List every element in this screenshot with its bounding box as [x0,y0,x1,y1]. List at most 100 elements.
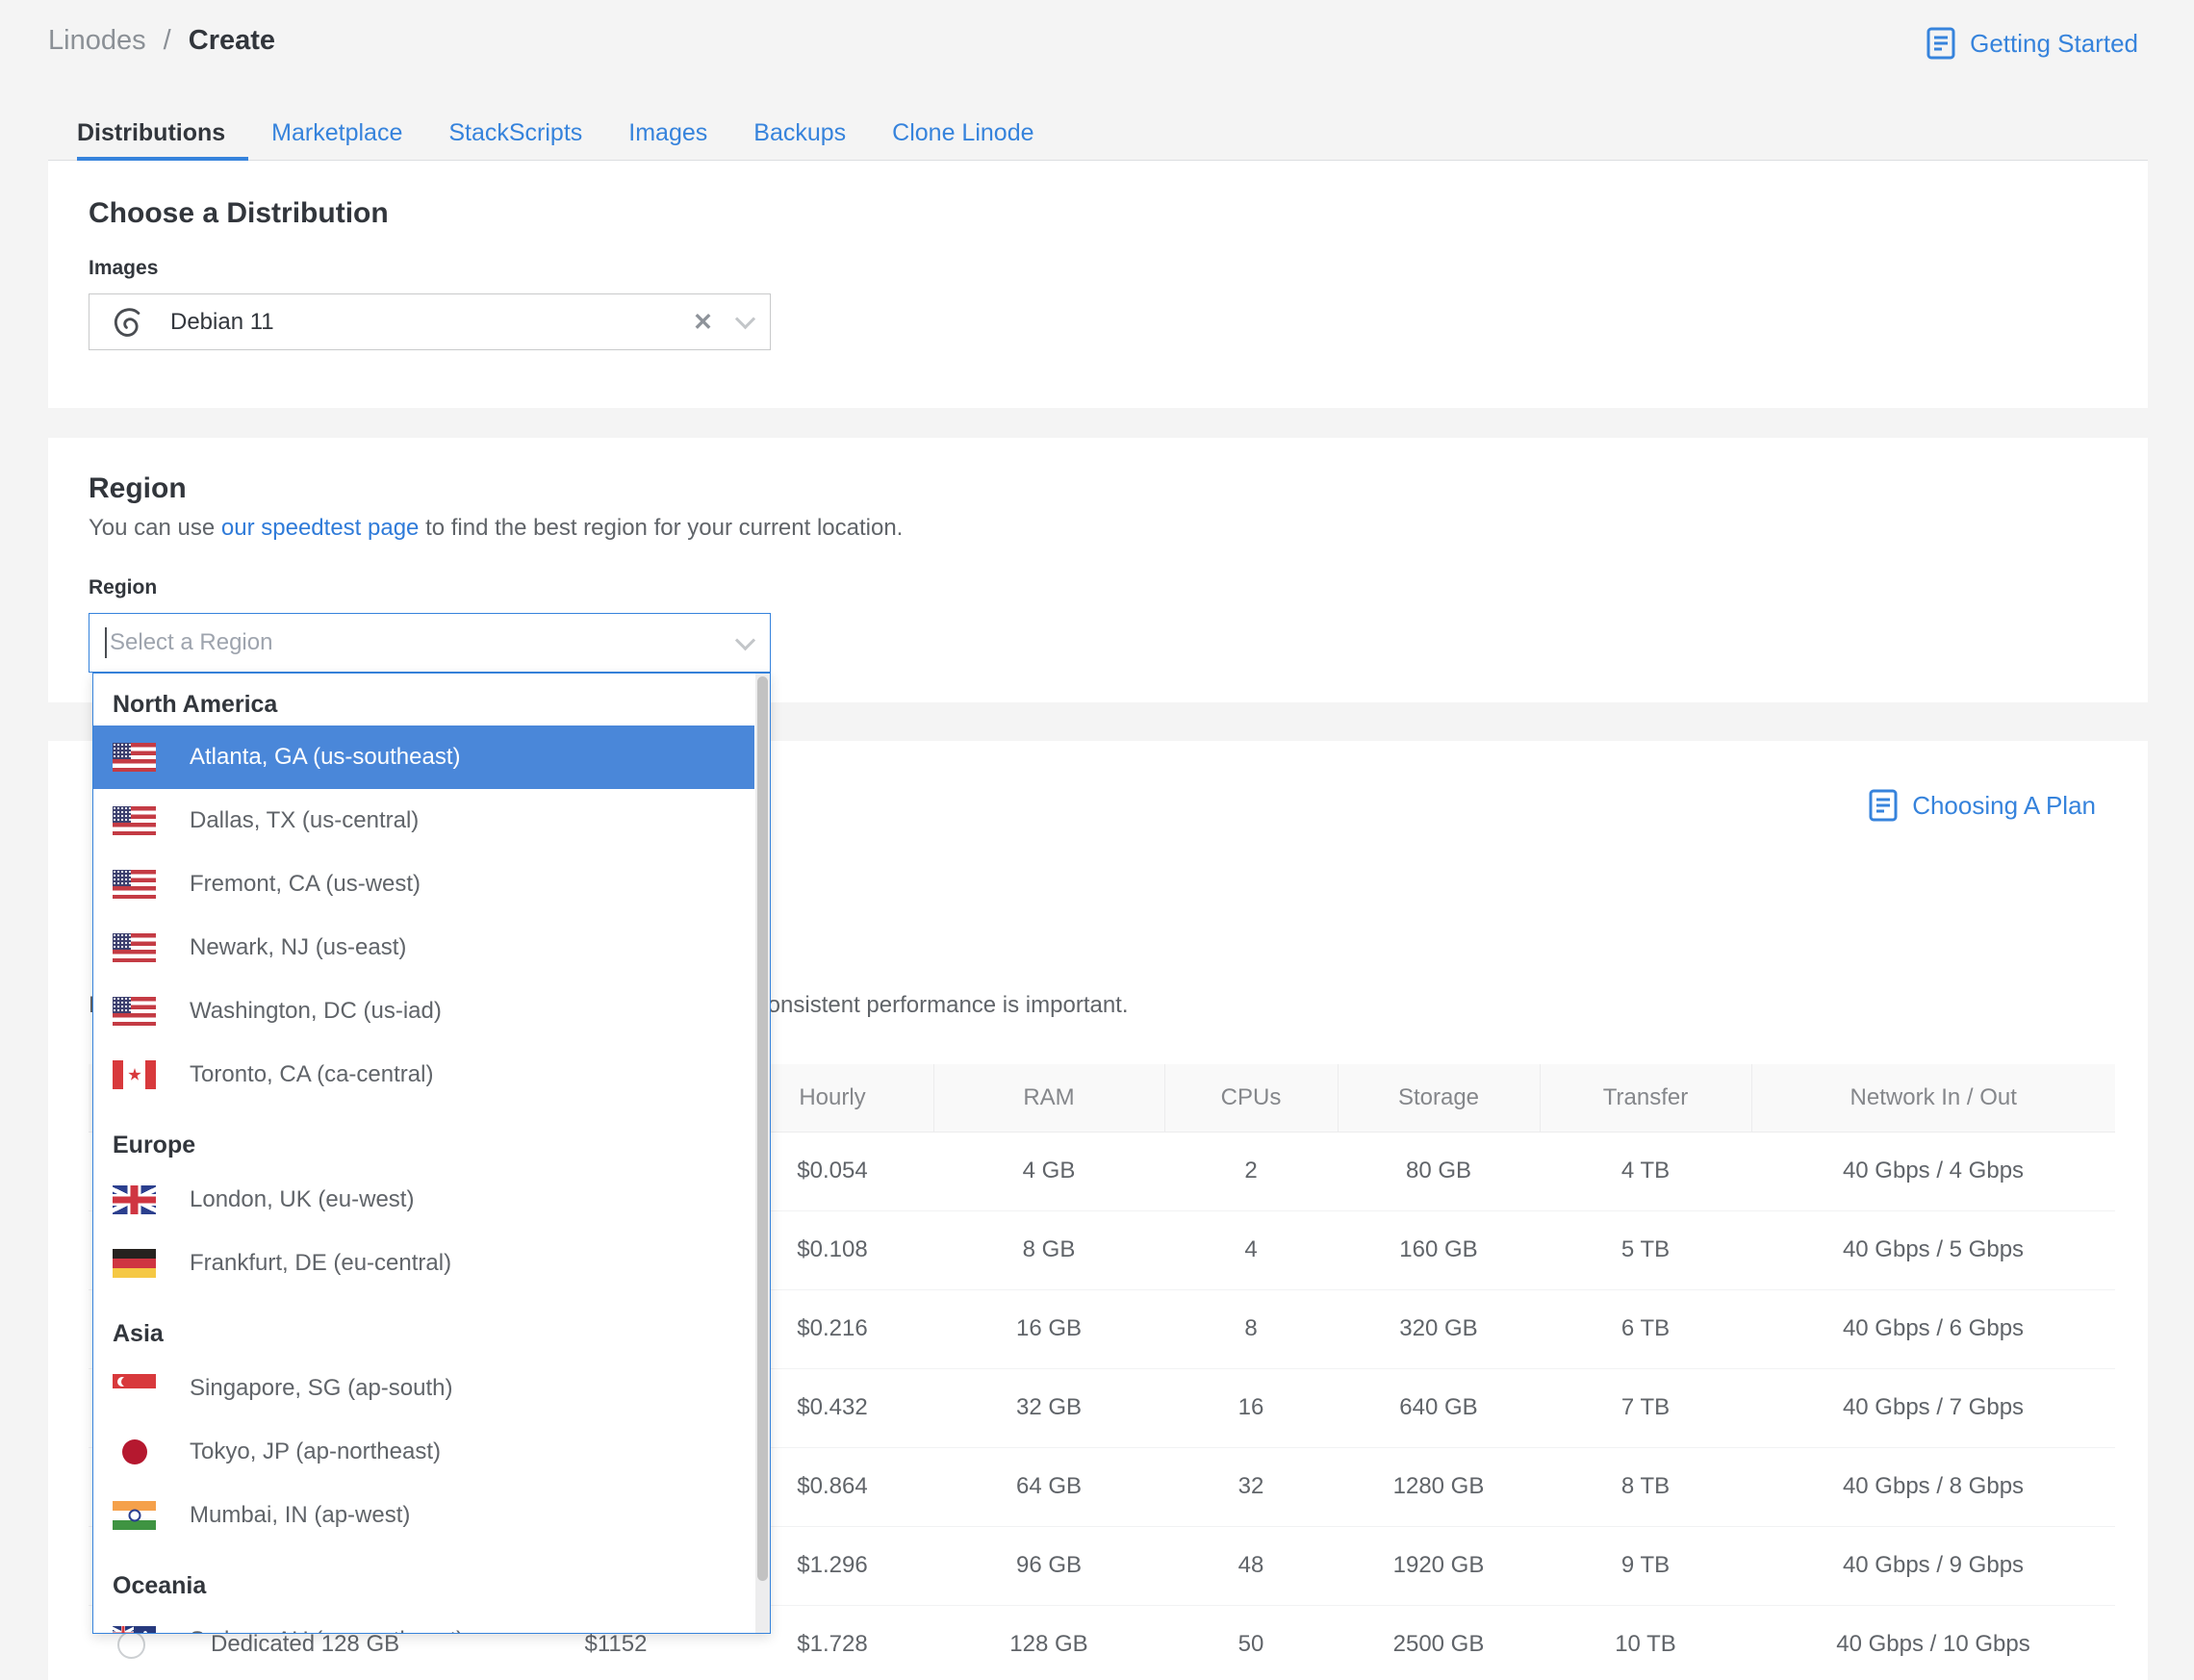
region-dropdown: North America Atlanta, GA (us-southeast) D… [92,673,771,1634]
plan-cpus: 8 [1164,1288,1338,1368]
in-flag-icon [113,1501,156,1530]
plan-radio[interactable] [117,1630,145,1659]
region-option-label: Tokyo, JP (ap-northeast) [190,1438,442,1464]
plan-storage: 80 GB [1338,1132,1540,1210]
region-option[interactable]: Fremont, CA (us-west) [93,853,754,916]
plan-storage: 1920 GB [1338,1525,1540,1605]
plan-ram: 32 GB [933,1367,1164,1447]
breadcrumb-separator: / [163,25,171,56]
au-flag-icon [113,1626,156,1633]
region-desc-suffix: to find the best region for your current… [419,515,904,541]
plan-cpus: 50 [1164,1604,1338,1680]
plan-cpus: 32 [1164,1446,1338,1526]
region-placeholder: Select a Region [110,629,273,655]
region-option[interactable]: Newark, NJ (us-east) [93,916,754,980]
region-desc-prefix: You can use [89,515,221,541]
plan-cpus: 4 [1164,1209,1338,1289]
plan-transfer: 6 TB [1540,1288,1751,1368]
us-flag-icon [113,997,156,1026]
breadcrumb-linodes-link[interactable]: Linodes [48,25,146,56]
document-icon [1926,27,1955,60]
plan-network: 40 Gbps / 4 Gbps [1751,1132,2115,1210]
region-option[interactable]: Frankfurt, DE (eu-central) [93,1232,754,1295]
plan-ram: 16 GB [933,1288,1164,1368]
chevron-down-icon[interactable] [734,629,756,650]
column-header: RAM [932,1064,1164,1132]
plan-ram: 128 GB [933,1604,1164,1680]
region-option-label: Newark, NJ (us-east) [190,934,407,960]
plan-transfer: 5 TB [1540,1209,1751,1289]
us-flag-icon [113,743,156,772]
region-option[interactable]: Tokyo, JP (ap-northeast) [93,1420,754,1484]
dropdown-scrollbar-thumb[interactable] [757,676,768,1581]
region-select-input[interactable]: Select a Region [89,613,771,673]
plan-network: 40 Gbps / 9 Gbps [1751,1525,2115,1605]
region-option-label: Washington, DC (us-iad) [190,998,442,1024]
plan-transfer: 7 TB [1540,1367,1751,1447]
plan-network: 40 Gbps / 8 Gbps [1751,1446,2115,1526]
clear-image-icon[interactable]: ✕ [693,308,713,337]
de-flag-icon [113,1249,156,1278]
region-option-label: Toronto, CA (ca-central) [190,1061,434,1087]
column-header: Transfer [1539,1064,1751,1132]
region-option-label: Fremont, CA (us-west) [190,871,421,897]
plan-transfer: 9 TB [1540,1525,1751,1605]
create-tabs: Distributions Marketplace StackScripts Imag… [48,106,2148,164]
region-option-label: Singapore, SG (ap-south) [190,1375,453,1401]
plan-transfer: 10 TB [1540,1604,1751,1680]
image-select[interactable]: Debian 11 ✕ [89,293,771,350]
images-label: Images [89,257,159,279]
plan-storage: 160 GB [1338,1209,1540,1289]
distribution-heading: Choose a Distribution [89,197,389,229]
region-option-label: Frankfurt, DE (eu-central) [190,1250,452,1276]
region-option-label: Dallas, TX (us-central) [190,807,420,833]
choosing-a-plan-label: Choosing A Plan [1912,790,2096,820]
region-option[interactable]: London, UK (eu-west) [93,1168,754,1232]
plan-network: 40 Gbps / 5 Gbps [1751,1209,2115,1289]
region-option[interactable]: Mumbai, IN (ap-west) [93,1484,754,1547]
dropdown-scrollbar-track[interactable] [755,674,770,1633]
plan-storage: 320 GB [1338,1288,1540,1368]
document-icon [1869,789,1898,822]
getting-started-link[interactable]: Getting Started [1926,27,2138,60]
region-option[interactable]: Toronto, CA (ca-central) [93,1043,754,1107]
jp-flag-icon [113,1438,156,1466]
tab-backups[interactable]: Backups [730,106,869,160]
region-dropdown-list: North America Atlanta, GA (us-southeast) D… [93,674,754,1633]
sg-flag-icon [113,1374,156,1403]
region-option[interactable]: Sydney, AU (ap-southeast) [93,1609,754,1633]
region-option-label: London, UK (eu-west) [190,1186,415,1212]
image-select-value: Debian 11 [170,308,274,335]
choosing-a-plan-link[interactable]: Choosing A Plan [1869,789,2096,822]
us-flag-icon [113,933,156,962]
tab-stackscripts[interactable]: StackScripts [425,106,605,160]
plan-storage: 1280 GB [1338,1446,1540,1526]
plan-network: 40 Gbps / 7 Gbps [1751,1367,2115,1447]
tab-distributions[interactable]: Distributions [54,106,249,164]
region-option[interactable]: Atlanta, GA (us-southeast) [93,725,754,789]
region-label: Region [89,576,158,598]
region-option-label: Sydney, AU (ap-southeast) [190,1627,464,1633]
plan-cpus: 16 [1164,1367,1338,1447]
region-option-label: Atlanta, GA (us-southeast) [190,744,461,770]
region-option[interactable]: Singapore, SG (ap-south) [93,1357,754,1420]
plan-ram: 96 GB [933,1525,1164,1605]
speedtest-link[interactable]: our speedtest page [221,515,420,541]
tab-images[interactable]: Images [605,106,730,160]
plan-name: Dedicated 128 GB [211,1631,400,1657]
region-option[interactable]: Washington, DC (us-iad) [93,980,754,1043]
tab-clone-linode[interactable]: Clone Linode [869,106,1057,160]
region-option[interactable]: Dallas, TX (us-central) [93,789,754,853]
uk-flag-icon [113,1185,156,1214]
region-heading: Region [89,472,187,504]
plan-transfer: 4 TB [1540,1132,1751,1210]
region-group-header: Asia [113,1320,164,1347]
distribution-card: Choose a Distribution Images Debian 11 ✕ [48,161,2148,408]
plan-cpus: 2 [1164,1132,1338,1210]
breadcrumb: Linodes / Create [48,25,275,57]
column-header: Network In / Out [1750,1064,2115,1132]
debian-logo-icon [115,307,140,337]
getting-started-label: Getting Started [1970,28,2138,58]
chevron-down-icon[interactable] [734,309,756,330]
tab-marketplace[interactable]: Marketplace [248,106,425,160]
